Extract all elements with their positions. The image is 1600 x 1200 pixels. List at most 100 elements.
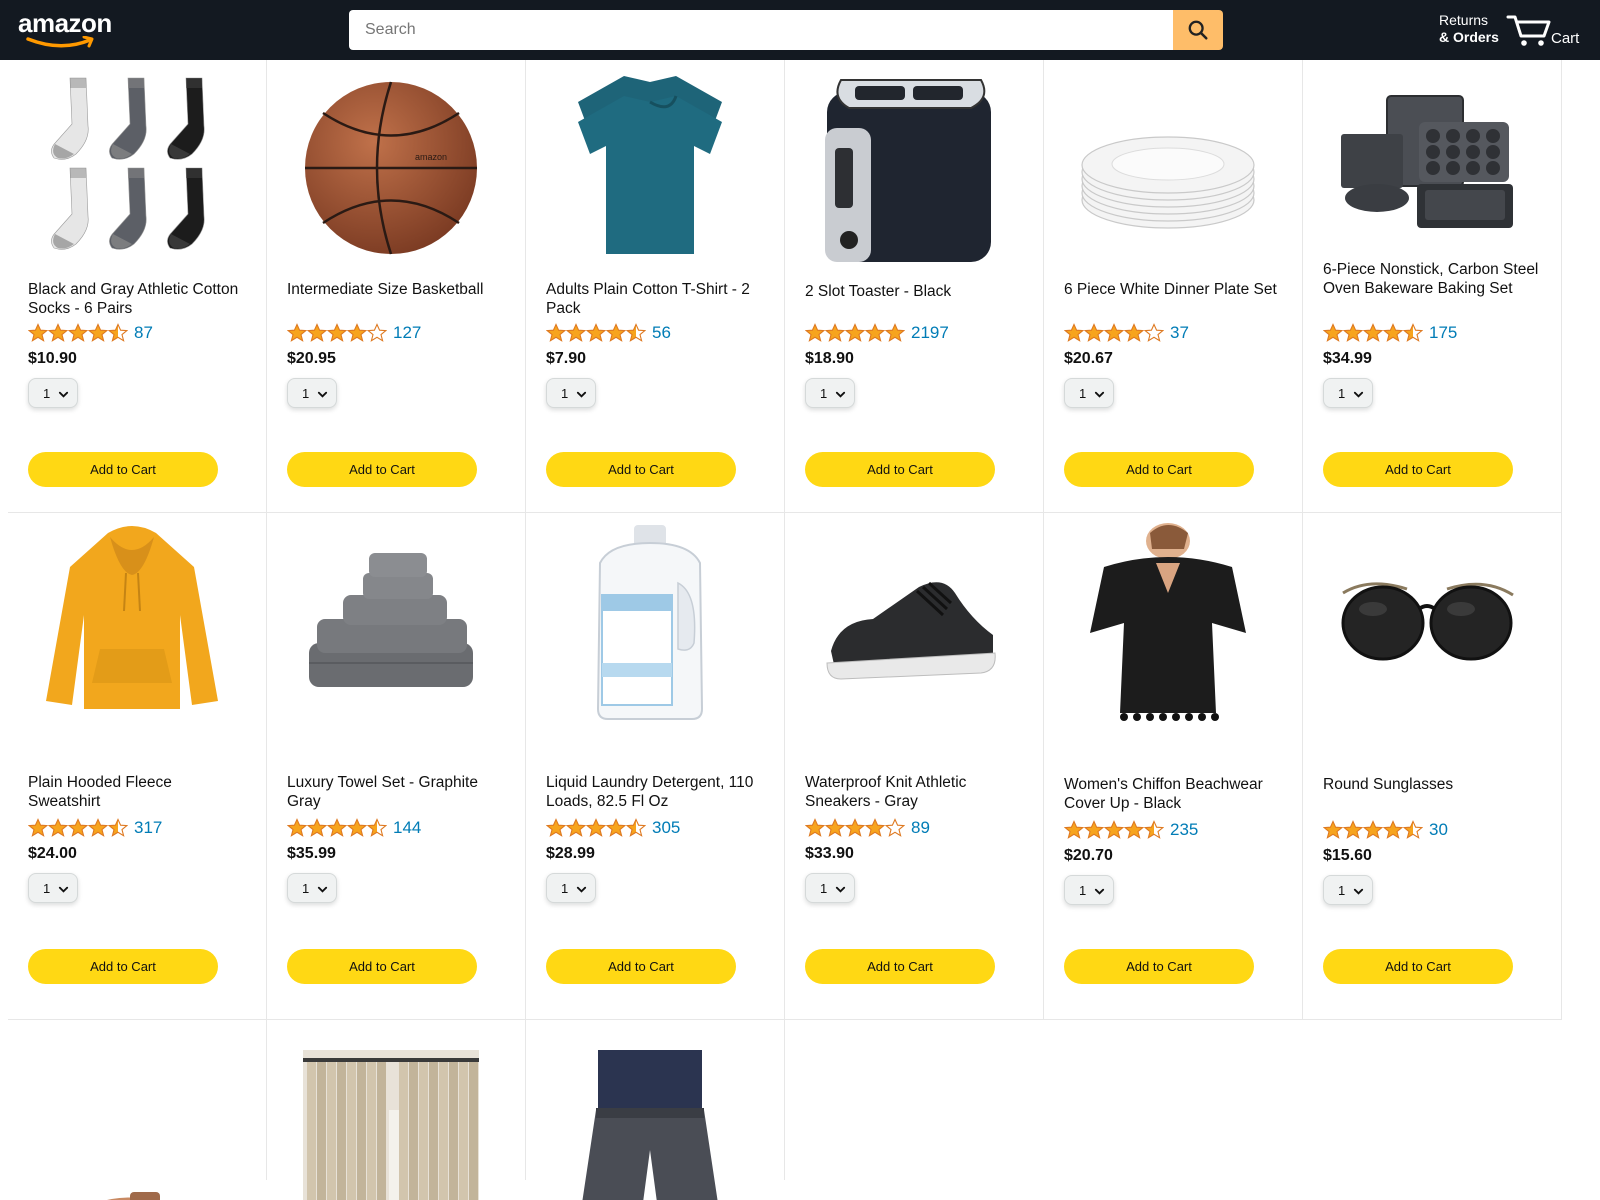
rating-count-link[interactable]: 30 <box>1429 820 1448 840</box>
product-name[interactable]: Waterproof Knit Athletic Sneakers - Gray <box>805 773 1025 811</box>
quantity-value: 1 <box>1338 385 1346 401</box>
chevron-down-icon <box>1094 885 1105 900</box>
quantity-select[interactable]: 1 <box>287 378 337 408</box>
cart-link[interactable]: Cart <box>1506 12 1591 50</box>
star-icon <box>566 818 586 837</box>
product-image-sandal[interactable] <box>44 1050 220 1200</box>
quantity-select[interactable]: 1 <box>28 873 78 903</box>
product-name[interactable]: Plain Hooded Fleece Sweatshirt <box>28 773 248 811</box>
rating-count-link[interactable]: 56 <box>652 323 671 343</box>
star-icon <box>1064 820 1084 839</box>
quantity-select[interactable]: 1 <box>1064 378 1114 408</box>
product-image-bakeware[interactable] <box>1339 68 1515 268</box>
add-to-cart-button[interactable]: Add to Cart <box>287 949 477 984</box>
star-icon <box>1363 820 1383 839</box>
product-image-shorts[interactable] <box>562 1050 738 1200</box>
quantity-select[interactable]: 1 <box>546 873 596 903</box>
rating-count-link[interactable]: 87 <box>134 323 153 343</box>
star-icon <box>1084 323 1104 342</box>
star-icon <box>347 323 367 342</box>
star-icon <box>1403 323 1423 342</box>
product-image-sneaker[interactable] <box>821 523 997 723</box>
add-to-cart-button[interactable]: Add to Cart <box>28 452 218 487</box>
product-image-towels[interactable] <box>303 523 479 723</box>
product-name[interactable]: 6 Piece White Dinner Plate Set <box>1064 280 1284 299</box>
star-icon <box>885 323 905 342</box>
search-button[interactable] <box>1173 10 1223 50</box>
rating-count-link[interactable]: 317 <box>134 818 162 838</box>
product-price: $20.67 <box>1064 350 1113 367</box>
product-name[interactable]: Black and Gray Athletic Cotton Socks - 6… <box>28 280 248 318</box>
cart-label: Cart <box>1551 30 1580 47</box>
product-image-basketball[interactable]: amazon <box>303 68 479 268</box>
product-name[interactable]: Adults Plain Cotton T-Shirt - 2 Pack <box>546 280 766 318</box>
quantity-select[interactable]: 1 <box>805 378 855 408</box>
add-to-cart-button[interactable]: Add to Cart <box>1323 949 1513 984</box>
star-icon <box>1104 820 1124 839</box>
quantity-value: 1 <box>43 385 51 401</box>
rating-count-link[interactable]: 2197 <box>911 323 949 343</box>
star-icon <box>1084 820 1104 839</box>
star-icon <box>845 818 865 837</box>
returns-orders-link[interactable]: Returns & Orders <box>1439 12 1499 46</box>
quantity-value: 1 <box>302 880 310 896</box>
product-image-detergent[interactable] <box>562 523 738 723</box>
quantity-select[interactable]: 1 <box>546 378 596 408</box>
product-name[interactable]: Luxury Towel Set - Graphite Gray <box>287 773 507 811</box>
product-name[interactable]: 2 Slot Toaster - Black <box>805 282 1025 301</box>
product-image-tshirt[interactable] <box>562 68 738 268</box>
product-name[interactable]: Intermediate Size Basketball <box>287 280 507 299</box>
star-icon <box>885 818 905 837</box>
quantity-value: 1 <box>820 880 828 896</box>
product-image-sunglasses[interactable] <box>1339 523 1515 723</box>
add-to-cart-button[interactable]: Add to Cart <box>1064 452 1254 487</box>
star-icon <box>845 323 865 342</box>
add-to-cart-button[interactable]: Add to Cart <box>1064 949 1254 984</box>
amazon-logo[interactable]: amazon <box>18 8 123 50</box>
product-name[interactable]: Women's Chiffon Beachwear Cover Up - Bla… <box>1064 775 1284 813</box>
quantity-select[interactable]: 1 <box>1323 875 1373 905</box>
star-icon <box>1124 323 1144 342</box>
add-to-cart-button[interactable]: Add to Cart <box>546 949 736 984</box>
quantity-select[interactable]: 1 <box>1323 378 1373 408</box>
add-to-cart-button[interactable]: Add to Cart <box>805 452 995 487</box>
star-icon <box>287 818 307 837</box>
product-image-toaster[interactable] <box>821 68 997 268</box>
product-rating: 30 <box>1323 819 1448 841</box>
product-name[interactable]: Liquid Laundry Detergent, 110 Loads, 82.… <box>546 773 766 811</box>
star-icon <box>108 818 128 837</box>
rating-count-link[interactable]: 127 <box>393 323 421 343</box>
product-card <box>8 1020 267 1200</box>
chevron-down-icon <box>317 388 328 403</box>
product-image-hoodie[interactable] <box>44 523 220 723</box>
rating-count-link[interactable]: 235 <box>1170 820 1198 840</box>
quantity-select[interactable]: 1 <box>1064 875 1114 905</box>
product-name[interactable]: Round Sunglasses <box>1323 775 1543 794</box>
product-image-coverup[interactable] <box>1080 523 1256 723</box>
add-to-cart-button[interactable]: Add to Cart <box>287 452 477 487</box>
add-to-cart-button[interactable]: Add to Cart <box>1323 452 1513 487</box>
product-price: $20.70 <box>1064 847 1113 864</box>
rating-count-link[interactable]: 144 <box>393 818 421 838</box>
quantity-value: 1 <box>1079 882 1087 898</box>
product-name[interactable]: 6-Piece Nonstick, Carbon Steel Oven Bake… <box>1323 260 1543 298</box>
rating-count-link[interactable]: 89 <box>911 818 930 838</box>
search-bar <box>349 10 1223 50</box>
product-card: 2 Slot Toaster - Black 2197 $18.90 1 Add to… <box>785 60 1044 513</box>
rating-count-link[interactable]: 37 <box>1170 323 1189 343</box>
product-image-plates[interactable] <box>1080 68 1256 268</box>
quantity-select[interactable]: 1 <box>805 873 855 903</box>
quantity-select[interactable]: 1 <box>28 378 78 408</box>
star-icon <box>1383 820 1403 839</box>
add-to-cart-button[interactable]: Add to Cart <box>805 949 995 984</box>
star-icon <box>1343 820 1363 839</box>
rating-count-link[interactable]: 305 <box>652 818 680 838</box>
search-input[interactable] <box>349 10 1173 50</box>
star-icon <box>28 323 48 342</box>
product-image-socks[interactable] <box>44 68 220 268</box>
product-image-curtains[interactable] <box>303 1050 479 1200</box>
add-to-cart-button[interactable]: Add to Cart <box>28 949 218 984</box>
quantity-select[interactable]: 1 <box>287 873 337 903</box>
rating-count-link[interactable]: 175 <box>1429 323 1457 343</box>
add-to-cart-button[interactable]: Add to Cart <box>546 452 736 487</box>
